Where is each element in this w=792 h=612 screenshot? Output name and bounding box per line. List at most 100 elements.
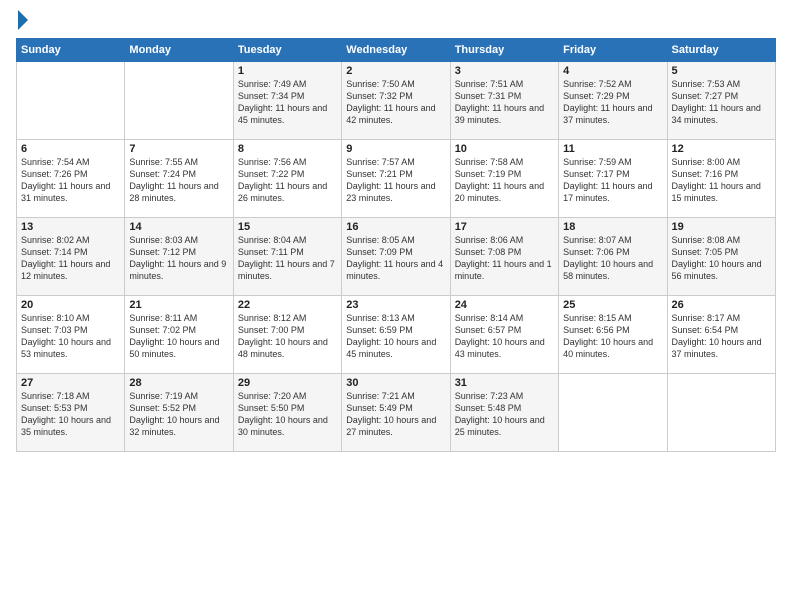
cell-info: Sunrise: 8:17 AM	[672, 312, 771, 324]
cell-info: Sunset: 7:11 PM	[238, 246, 337, 258]
cell-info: Sunset: 7:03 PM	[21, 324, 120, 336]
week-row-1: 6Sunrise: 7:54 AMSunset: 7:26 PMDaylight…	[17, 140, 776, 218]
cell-info: Sunset: 7:32 PM	[346, 90, 445, 102]
cell-info: Sunset: 7:29 PM	[563, 90, 662, 102]
cell-info: Sunrise: 8:07 AM	[563, 234, 662, 246]
cell-info: Sunrise: 8:08 AM	[672, 234, 771, 246]
cell-info: Sunset: 7:12 PM	[129, 246, 228, 258]
calendar-cell: 1Sunrise: 7:49 AMSunset: 7:34 PMDaylight…	[233, 62, 341, 140]
cell-info: Daylight: 11 hours and 37 minutes.	[563, 102, 662, 126]
calendar-cell: 17Sunrise: 8:06 AMSunset: 7:08 PMDayligh…	[450, 218, 558, 296]
day-number: 31	[455, 377, 554, 389]
cell-info: Sunrise: 8:04 AM	[238, 234, 337, 246]
cell-info: Sunset: 6:59 PM	[346, 324, 445, 336]
calendar-cell: 2Sunrise: 7:50 AMSunset: 7:32 PMDaylight…	[342, 62, 450, 140]
calendar-cell: 22Sunrise: 8:12 AMSunset: 7:00 PMDayligh…	[233, 296, 341, 374]
cell-info: Daylight: 10 hours and 53 minutes.	[21, 336, 120, 360]
cell-info: Sunset: 6:56 PM	[563, 324, 662, 336]
cell-info: Sunrise: 8:12 AM	[238, 312, 337, 324]
cell-info: Sunrise: 8:02 AM	[21, 234, 120, 246]
day-header-saturday: Saturday	[667, 39, 775, 62]
calendar-cell: 4Sunrise: 7:52 AMSunset: 7:29 PMDaylight…	[559, 62, 667, 140]
cell-info: Sunrise: 7:52 AM	[563, 78, 662, 90]
calendar-cell: 5Sunrise: 7:53 AMSunset: 7:27 PMDaylight…	[667, 62, 775, 140]
calendar-cell: 31Sunrise: 7:23 AMSunset: 5:48 PMDayligh…	[450, 374, 558, 452]
cell-info: Sunset: 7:05 PM	[672, 246, 771, 258]
calendar-cell: 13Sunrise: 8:02 AMSunset: 7:14 PMDayligh…	[17, 218, 125, 296]
cell-info: Sunrise: 8:15 AM	[563, 312, 662, 324]
calendar-cell: 20Sunrise: 8:10 AMSunset: 7:03 PMDayligh…	[17, 296, 125, 374]
day-number: 18	[563, 221, 662, 233]
cell-info: Daylight: 11 hours and 45 minutes.	[238, 102, 337, 126]
day-number: 30	[346, 377, 445, 389]
logo-arrow-icon	[18, 10, 28, 30]
cell-info: Sunset: 5:50 PM	[238, 402, 337, 414]
cell-info: Sunrise: 7:55 AM	[129, 156, 228, 168]
calendar-cell: 18Sunrise: 8:07 AMSunset: 7:06 PMDayligh…	[559, 218, 667, 296]
cell-info: Sunrise: 7:56 AM	[238, 156, 337, 168]
cell-info: Sunrise: 7:51 AM	[455, 78, 554, 90]
cell-info: Sunset: 7:21 PM	[346, 168, 445, 180]
calendar-cell: 19Sunrise: 8:08 AMSunset: 7:05 PMDayligh…	[667, 218, 775, 296]
cell-info: Sunrise: 8:10 AM	[21, 312, 120, 324]
cell-info: Daylight: 10 hours and 45 minutes.	[346, 336, 445, 360]
day-number: 1	[238, 65, 337, 77]
day-number: 7	[129, 143, 228, 155]
cell-info: Daylight: 10 hours and 48 minutes.	[238, 336, 337, 360]
cell-info: Sunrise: 7:20 AM	[238, 390, 337, 402]
cell-info: Daylight: 10 hours and 50 minutes.	[129, 336, 228, 360]
cell-info: Sunrise: 8:13 AM	[346, 312, 445, 324]
day-number: 4	[563, 65, 662, 77]
cell-info: Sunset: 5:48 PM	[455, 402, 554, 414]
cell-info: Daylight: 10 hours and 40 minutes.	[563, 336, 662, 360]
cell-info: Sunrise: 7:57 AM	[346, 156, 445, 168]
cell-info: Sunrise: 7:49 AM	[238, 78, 337, 90]
day-number: 27	[21, 377, 120, 389]
day-number: 11	[563, 143, 662, 155]
day-number: 8	[238, 143, 337, 155]
calendar-cell: 15Sunrise: 8:04 AMSunset: 7:11 PMDayligh…	[233, 218, 341, 296]
calendar-cell: 7Sunrise: 7:55 AMSunset: 7:24 PMDaylight…	[125, 140, 233, 218]
cell-info: Daylight: 10 hours and 56 minutes.	[672, 258, 771, 282]
cell-info: Sunset: 7:24 PM	[129, 168, 228, 180]
cell-info: Daylight: 10 hours and 43 minutes.	[455, 336, 554, 360]
cell-info: Daylight: 10 hours and 25 minutes.	[455, 414, 554, 438]
day-number: 15	[238, 221, 337, 233]
cell-info: Sunrise: 7:50 AM	[346, 78, 445, 90]
calendar-cell	[667, 374, 775, 452]
calendar-cell: 25Sunrise: 8:15 AMSunset: 6:56 PMDayligh…	[559, 296, 667, 374]
calendar-cell: 26Sunrise: 8:17 AMSunset: 6:54 PMDayligh…	[667, 296, 775, 374]
cell-info: Sunset: 6:57 PM	[455, 324, 554, 336]
calendar-cell: 8Sunrise: 7:56 AMSunset: 7:22 PMDaylight…	[233, 140, 341, 218]
calendar-cell: 24Sunrise: 8:14 AMSunset: 6:57 PMDayligh…	[450, 296, 558, 374]
day-number: 20	[21, 299, 120, 311]
day-header-friday: Friday	[559, 39, 667, 62]
cell-info: Sunset: 7:14 PM	[21, 246, 120, 258]
cell-info: Sunset: 7:17 PM	[563, 168, 662, 180]
cell-info: Daylight: 10 hours and 35 minutes.	[21, 414, 120, 438]
day-number: 26	[672, 299, 771, 311]
day-number: 24	[455, 299, 554, 311]
day-number: 22	[238, 299, 337, 311]
cell-info: Daylight: 11 hours and 39 minutes.	[455, 102, 554, 126]
cell-info: Sunrise: 7:54 AM	[21, 156, 120, 168]
day-number: 19	[672, 221, 771, 233]
cell-info: Daylight: 11 hours and 12 minutes.	[21, 258, 120, 282]
cell-info: Sunset: 7:16 PM	[672, 168, 771, 180]
cell-info: Sunset: 7:08 PM	[455, 246, 554, 258]
cell-info: Sunset: 7:19 PM	[455, 168, 554, 180]
cell-info: Sunrise: 7:23 AM	[455, 390, 554, 402]
calendar-cell: 29Sunrise: 7:20 AMSunset: 5:50 PMDayligh…	[233, 374, 341, 452]
cell-info: Sunset: 5:49 PM	[346, 402, 445, 414]
cell-info: Sunrise: 8:03 AM	[129, 234, 228, 246]
cell-info: Daylight: 10 hours and 58 minutes.	[563, 258, 662, 282]
calendar-cell	[559, 374, 667, 452]
calendar-cell: 11Sunrise: 7:59 AMSunset: 7:17 PMDayligh…	[559, 140, 667, 218]
cell-info: Sunrise: 7:18 AM	[21, 390, 120, 402]
cell-info: Sunrise: 7:19 AM	[129, 390, 228, 402]
day-header-wednesday: Wednesday	[342, 39, 450, 62]
calendar-cell: 21Sunrise: 8:11 AMSunset: 7:02 PMDayligh…	[125, 296, 233, 374]
day-header-monday: Monday	[125, 39, 233, 62]
calendar-cell	[17, 62, 125, 140]
cell-info: Sunset: 7:02 PM	[129, 324, 228, 336]
